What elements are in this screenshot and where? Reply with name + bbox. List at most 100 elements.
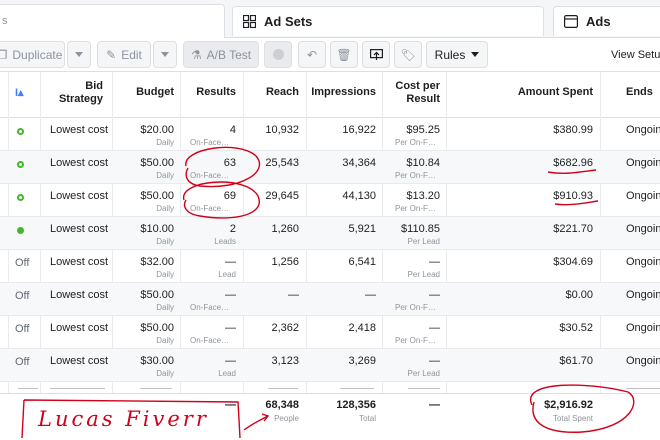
budget-type-label: Daily [156, 237, 174, 246]
edit-label: Edit [121, 47, 142, 62]
sort-column-header[interactable]: I▴ [15, 86, 24, 99]
results-cell: — [225, 322, 236, 334]
bid-strategy-cell: Lowest cost [50, 322, 109, 334]
results-cell: — [225, 289, 236, 301]
status-off-label[interactable]: Off [15, 356, 29, 368]
duplicate-dropdown-button[interactable] [67, 41, 91, 68]
column-header-cost-per-result-line1: Cost per [395, 80, 440, 92]
table-row[interactable]: Lowest cost $20.00 Daily 4 On-Face… 10,932 16,… [0, 118, 660, 151]
duplicate-button[interactable]: ❐ Duplicate [0, 41, 65, 68]
reach-cell: 25,543 [265, 157, 299, 169]
undo-button[interactable]: ↶ [298, 41, 326, 68]
total-cost-per-result: — [429, 399, 440, 411]
tab-ad-sets[interactable]: Ad Sets [232, 6, 544, 36]
cost-per-result-cell: $95.25 [406, 124, 440, 136]
column-header-budget[interactable]: Budget [120, 86, 174, 99]
total-reach: 68,348 [265, 399, 299, 411]
ends-cell: Ongoing [626, 190, 660, 202]
bid-strategy-cell: Lowest cost [50, 124, 109, 136]
total-reach-label: People [274, 414, 299, 423]
results-cell: 69 [223, 190, 236, 202]
amount-spent-cell: $221.70 [553, 223, 593, 235]
column-header-impressions[interactable]: Impressions [305, 86, 376, 99]
status-off-label[interactable]: Off [15, 257, 29, 269]
edit-button[interactable]: ✎ Edit [97, 41, 151, 68]
column-header-ends[interactable]: Ends [626, 86, 653, 99]
amount-spent-cell: $910.93 [553, 190, 593, 202]
trash-button[interactable]: 🗑 [330, 41, 358, 68]
view-setup-link[interactable]: View Setup [611, 49, 660, 61]
total-impressions: 128,356 [336, 399, 376, 411]
budget-cell[interactable]: $10.00 [120, 223, 174, 235]
results-type-label: On-Face… [190, 138, 230, 147]
table-row[interactable]: Off Lowest cost $50.00 Daily — On-Face… 2,362 2… [0, 316, 660, 349]
status-active-icon[interactable] [17, 161, 24, 168]
budget-cell[interactable]: $50.00 [120, 190, 174, 202]
reach-cell: 10,932 [265, 124, 299, 136]
tag-button[interactable]: 🏷 [394, 41, 422, 68]
delete-draft-button[interactable] [264, 41, 292, 68]
budget-type-label: Daily [156, 303, 174, 312]
tag-icon: 🏷 [400, 47, 416, 62]
cost-per-result-cell: $13.20 [406, 190, 440, 202]
column-header-cost-per-result[interactable]: Cost per Result [384, 80, 440, 106]
results-type-label: On-Face… [190, 303, 230, 312]
status-off-label[interactable]: Off [15, 323, 29, 335]
cost-per-result-label: Per Lead [407, 270, 440, 279]
flask-icon: ⚗ [190, 47, 202, 62]
bid-strategy-cell: Lowest cost [50, 223, 109, 235]
impressions-cell: 6,541 [348, 256, 376, 268]
table-row[interactable]: Off Lowest cost $50.00 Daily — On-Face… — — — Per… [0, 283, 660, 316]
cost-per-result-cell: — [429, 289, 440, 301]
column-header-reach[interactable]: Reach [244, 86, 299, 99]
cost-per-result-cell: — [429, 322, 440, 334]
edit-dropdown-button[interactable] [153, 41, 177, 68]
budget-type-label: Daily [156, 171, 174, 180]
budget-cell[interactable]: $30.00 [120, 355, 174, 367]
budget-type-label: Daily [156, 336, 174, 345]
tab-ads[interactable]: Ads [553, 6, 660, 36]
ends-cell: Ongoing [626, 223, 660, 235]
status-active-icon[interactable] [17, 194, 24, 201]
table-row[interactable]: Off Lowest cost $30.00 Daily — Lead 3,123 3,269… [0, 349, 660, 382]
cost-per-result-label: Per Lead [407, 369, 440, 378]
table-row[interactable]: Lowest cost $50.00 Daily 69 On-Face… 29,645 44… [0, 184, 660, 217]
budget-type-label: Daily [156, 204, 174, 213]
status-active-icon[interactable] [17, 227, 24, 234]
budget-cell[interactable]: $32.00 [120, 256, 174, 268]
results-type-label: On-Face… [190, 171, 230, 180]
handwritten-signature: Lucas Fiverr [38, 407, 209, 431]
status-off-label[interactable]: Off [15, 290, 29, 302]
amount-spent-cell: $0.00 [565, 289, 593, 301]
column-header-amount-spent[interactable]: Amount Spent [500, 86, 593, 99]
tab-campaigns[interactable]: s [0, 4, 225, 38]
budget-cell[interactable]: $50.00 [120, 322, 174, 334]
column-header-results[interactable]: Results [180, 86, 236, 99]
export-button[interactable] [362, 41, 390, 68]
status-active-icon[interactable] [17, 128, 24, 135]
rules-button[interactable]: Rules [426, 41, 488, 68]
column-header-bid-strategy-line1: Bid [85, 80, 103, 92]
cost-per-result-cell: $110.85 [401, 223, 440, 235]
column-header-bid-strategy[interactable]: Bid Strategy [55, 80, 103, 106]
trash-icon: 🗑 [336, 47, 352, 62]
circle-icon [272, 49, 284, 60]
ab-test-button[interactable]: ⚗ A/B Test [183, 41, 259, 68]
cost-per-result-cell: — [429, 256, 440, 268]
chevron-down-icon [471, 52, 480, 57]
amount-spent-cell: $380.99 [553, 124, 593, 136]
budget-cell[interactable]: $20.00 [120, 124, 174, 136]
table-row[interactable]: Lowest cost $10.00 Daily 2 Leads 1,260 5,921 $1… [0, 217, 660, 250]
table-row[interactable]: Lowest cost $50.00 Daily 63 On-Face… 25,543 34… [0, 151, 660, 184]
budget-cell[interactable]: $50.00 [120, 157, 174, 169]
total-impressions-label: Total [359, 414, 376, 423]
budget-cell[interactable]: $50.00 [120, 289, 174, 301]
column-header-cost-per-result-line2: Result [406, 93, 440, 105]
impressions-cell: 5,921 [348, 223, 376, 235]
ends-cell: Ongoing [626, 157, 660, 169]
total-amount-spent: $2,916.92 [544, 399, 593, 411]
cost-per-result-label: Per Lead [407, 237, 440, 246]
impressions-cell: 3,269 [348, 355, 376, 367]
table-row[interactable]: Off Lowest cost $32.00 Daily — Lead 1,256 6,541… [0, 250, 660, 283]
bid-strategy-cell: Lowest cost [50, 355, 109, 367]
